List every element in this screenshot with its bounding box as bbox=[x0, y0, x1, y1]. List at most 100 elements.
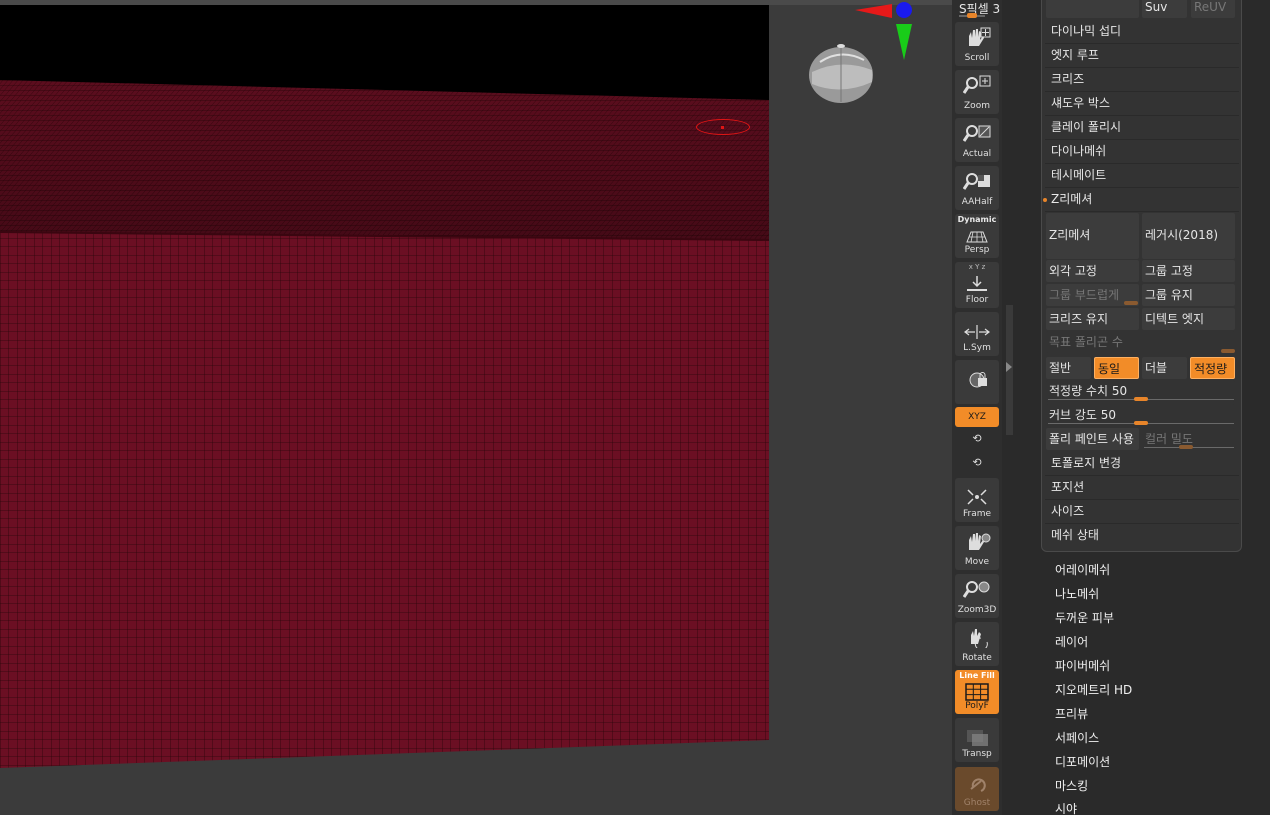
use-polypaint-button[interactable]: 폴리 페인트 사용 bbox=[1046, 428, 1139, 450]
half-button[interactable]: 절반 bbox=[1046, 357, 1091, 379]
frame-icon bbox=[967, 489, 987, 505]
adaptive-size-knob[interactable] bbox=[1134, 397, 1148, 401]
zoom3d-button[interactable]: Zoom3D bbox=[955, 574, 999, 618]
same-button[interactable]: 동일 bbox=[1094, 357, 1139, 379]
target-polygons-slider[interactable]: 목표 폴리곤 수 bbox=[1046, 331, 1235, 353]
keep-creases-button[interactable]: 크리즈 유지 bbox=[1046, 308, 1139, 330]
legacy-button[interactable]: 레거시(2018) bbox=[1142, 213, 1235, 259]
keep-groups-button[interactable]: 그룹 고정 bbox=[1142, 260, 1235, 282]
actual-label: Actual bbox=[962, 149, 992, 159]
section-crease[interactable]: 크리즈 bbox=[1045, 68, 1239, 92]
color-density-knob[interactable] bbox=[1179, 445, 1193, 449]
transp-button[interactable]: Transp bbox=[955, 718, 999, 762]
polyframe-button[interactable]: Line Fill PolyF bbox=[955, 670, 999, 714]
frame-button[interactable]: Frame bbox=[955, 478, 999, 522]
keep-polypaint-button[interactable]: 그룹 유지 bbox=[1142, 284, 1235, 306]
adaptive-button[interactable]: 적정량 bbox=[1190, 357, 1235, 379]
lsym-label: L.Sym bbox=[963, 343, 991, 353]
perspective-icon bbox=[966, 231, 988, 243]
document-canvas[interactable] bbox=[0, 0, 952, 815]
scroll-label: Scroll bbox=[964, 53, 990, 63]
spix-slider[interactable]: S픽셀 3 bbox=[955, 0, 1001, 20]
zbrush-window: S픽셀 3 Scroll Zoom Actual AAHalf Dynamic … bbox=[0, 0, 1270, 815]
zoom3d-label: Zoom3D bbox=[957, 605, 997, 615]
palette-item-deformation[interactable]: 디포메이션 bbox=[1055, 752, 1110, 772]
floor-label: Floor bbox=[965, 295, 989, 305]
ghost-button[interactable]: Ghost bbox=[955, 767, 999, 811]
palette-item-thick-skin[interactable]: 두꺼운 피부 bbox=[1055, 608, 1114, 628]
palette-item-fibermesh[interactable]: 파이버메쉬 bbox=[1055, 656, 1110, 676]
section-zremesher[interactable]: Z리메셔 bbox=[1045, 188, 1239, 212]
line-fill-label: Line Fill bbox=[959, 671, 995, 680]
floor-icon bbox=[967, 276, 987, 291]
curve-strength-knob[interactable] bbox=[1134, 421, 1148, 425]
section-dynamic-subdiv[interactable]: 다이나믹 섭디 bbox=[1045, 20, 1239, 44]
actual-size-icon bbox=[963, 125, 991, 142]
frame-label: Frame bbox=[962, 509, 992, 519]
palette-item-preview[interactable]: 프리뷰 bbox=[1055, 704, 1088, 724]
collapse-arrow-icon[interactable] bbox=[1006, 362, 1012, 372]
lsym-button[interactable]: L.Sym bbox=[955, 312, 999, 356]
section-modify-topology[interactable]: 토폴로지 변경 bbox=[1045, 452, 1239, 476]
rotate-label: Rotate bbox=[962, 653, 992, 663]
section-position[interactable]: 포지션 bbox=[1045, 476, 1239, 500]
mesh-model[interactable] bbox=[0, 0, 769, 815]
xyz-rotate-button[interactable]: XYZ bbox=[955, 407, 999, 427]
gizmo-x-axis-icon[interactable] bbox=[855, 4, 892, 18]
dynamic-label: Dynamic bbox=[957, 215, 997, 224]
palette-item-nanomesh[interactable]: 나노메쉬 bbox=[1055, 584, 1099, 604]
palette-item-geometry-hd[interactable]: 지오메트리 HD bbox=[1055, 680, 1132, 700]
gizmo-z-axis-icon[interactable] bbox=[896, 2, 912, 18]
section-dynamesh[interactable]: 다이나메쉬 bbox=[1045, 140, 1239, 164]
spix-knob[interactable] bbox=[967, 13, 977, 18]
aahalf-label: AAHalf bbox=[961, 197, 993, 207]
polyframe-icon bbox=[965, 683, 989, 701]
section-claypolish[interactable]: 클레이 폴리시 bbox=[1045, 116, 1239, 140]
section-mesh-integrity[interactable]: 메쉬 상태 bbox=[1045, 524, 1239, 548]
zoom-button[interactable]: Zoom bbox=[955, 70, 999, 114]
z-rotate-icon[interactable]: ⟲ bbox=[968, 456, 986, 472]
persp-button[interactable]: Dynamic Persp bbox=[955, 214, 999, 258]
section-size[interactable]: 사이즈 bbox=[1045, 500, 1239, 524]
zremesher-button[interactable]: Z리메셔 bbox=[1046, 213, 1139, 259]
canvas-border bbox=[769, 5, 952, 815]
palette-item-layers[interactable]: 레이어 bbox=[1055, 632, 1088, 652]
floor-axes-label: x Y z bbox=[968, 263, 986, 271]
target-polygons-knob[interactable] bbox=[1221, 349, 1235, 353]
palette-item-masking[interactable]: 마스킹 bbox=[1055, 776, 1088, 796]
detect-edges-button[interactable]: 디텍트 엣지 bbox=[1142, 308, 1235, 330]
transp-label: Transp bbox=[962, 749, 992, 759]
local-symmetry-icon bbox=[964, 325, 990, 339]
navigation-gizmo[interactable] bbox=[800, 0, 930, 110]
double-button[interactable]: 더블 bbox=[1142, 357, 1187, 379]
aahalf-button[interactable]: AAHalf bbox=[955, 166, 999, 210]
brush-cursor-center bbox=[721, 126, 724, 129]
zoom3d-icon bbox=[963, 581, 990, 598]
section-shadowbox[interactable]: 섀도우 박스 bbox=[1045, 92, 1239, 116]
move-label: Move bbox=[964, 557, 990, 567]
reuv-button[interactable]: ReUV bbox=[1191, 0, 1235, 18]
move-button[interactable]: Move bbox=[955, 526, 999, 570]
suv-button[interactable]: Suv bbox=[1142, 0, 1187, 18]
rotate-icon bbox=[971, 629, 988, 648]
section-tessimate[interactable]: 테시메이트 bbox=[1045, 164, 1239, 188]
lock-camera-button[interactable] bbox=[955, 360, 999, 404]
section-edge-loop[interactable]: 엣지 루프 bbox=[1045, 44, 1239, 68]
gizmo-head-icon[interactable] bbox=[809, 44, 873, 103]
top-cell[interactable] bbox=[1046, 0, 1139, 18]
smooth-groups-knob[interactable] bbox=[1124, 301, 1138, 305]
rotate-button[interactable]: Rotate bbox=[955, 622, 999, 666]
palette-item-visibility[interactable]: 시야 bbox=[1055, 799, 1077, 815]
actual-button[interactable]: Actual bbox=[955, 118, 999, 162]
scroll-button[interactable]: Scroll bbox=[955, 22, 999, 66]
gizmo-y-axis-icon[interactable] bbox=[896, 24, 912, 60]
palette-item-surface[interactable]: 서페이스 bbox=[1055, 728, 1099, 748]
palette-item-arraymesh[interactable]: 어레이메쉬 bbox=[1055, 560, 1110, 580]
keep-borders-button[interactable]: 외각 고정 bbox=[1046, 260, 1139, 282]
mesh-front-face bbox=[0, 232, 769, 768]
floor-button[interactable]: x Y z Floor bbox=[955, 262, 999, 308]
y-rotate-icon[interactable]: ⟲ bbox=[968, 432, 986, 448]
transparency-icon bbox=[967, 730, 988, 746]
zoom-label: Zoom bbox=[964, 101, 990, 111]
hand-move-icon bbox=[969, 533, 991, 550]
